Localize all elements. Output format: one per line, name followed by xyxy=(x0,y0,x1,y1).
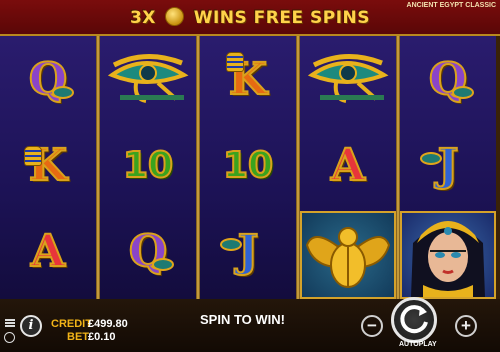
symbol-a: A xyxy=(330,139,366,192)
eye-icon xyxy=(152,258,174,271)
scarab-icon xyxy=(305,227,391,288)
symbol-q: Q xyxy=(100,208,196,294)
symbol-ten: 10 xyxy=(122,144,174,187)
info-icon[interactable]: i xyxy=(20,315,42,337)
symbol-q: Q xyxy=(0,36,96,122)
banner-text: WINS FREE SPINS xyxy=(193,8,371,28)
banner-multiplier: 3X xyxy=(129,8,156,28)
cleopatra-symbol xyxy=(400,211,496,299)
symbol-a: A xyxy=(30,225,66,278)
credit-value: £499.80 xyxy=(88,318,128,330)
reel-area: Q K A 10 Q K 10 J A Q J xyxy=(0,36,500,299)
symbol-ten: 10 xyxy=(222,144,274,187)
top-banner: 3X WINS FREE SPINS ANCIENT EGYPT CLASSIC xyxy=(0,0,500,36)
autoplay-button[interactable]: AUTOPLAY xyxy=(399,341,437,348)
symbol-k: K xyxy=(0,122,96,208)
coin-icon xyxy=(165,7,185,26)
decrease-bet-button[interactable]: − xyxy=(361,315,383,337)
eye-icon xyxy=(52,86,74,99)
pharaoh-mask-icon xyxy=(24,146,42,166)
eye-icon xyxy=(220,238,242,251)
credit-label: CREDIT xyxy=(51,318,92,330)
symbol-j: J xyxy=(400,122,496,208)
scarab-symbol xyxy=(300,211,396,299)
increase-bet-button[interactable]: + xyxy=(455,315,477,337)
eye-icon xyxy=(452,86,474,99)
bet-value: £0.10 xyxy=(88,331,116,343)
pharaoh-mask-icon xyxy=(226,52,244,72)
game-title: ANCIENT EGYPT CLASSIC xyxy=(406,2,496,9)
status-message: SPIN TO WIN! xyxy=(200,312,285,327)
cleopatra-icon xyxy=(411,221,485,297)
symbol-k: K xyxy=(200,36,296,122)
symbol-q: Q xyxy=(400,36,496,122)
eye-icon xyxy=(420,152,442,165)
sound-icon[interactable] xyxy=(4,332,15,343)
symbol-j: J xyxy=(200,208,296,294)
spin-button[interactable] xyxy=(391,297,437,343)
spin-arrows-icon xyxy=(400,305,428,334)
menu-icon[interactable] xyxy=(5,318,15,328)
bet-label: BET xyxy=(67,331,89,343)
eye-of-horus-icon xyxy=(100,36,196,122)
free-spins-banner: 3X WINS FREE SPINS xyxy=(0,7,500,28)
eye-of-horus-icon xyxy=(300,36,396,122)
